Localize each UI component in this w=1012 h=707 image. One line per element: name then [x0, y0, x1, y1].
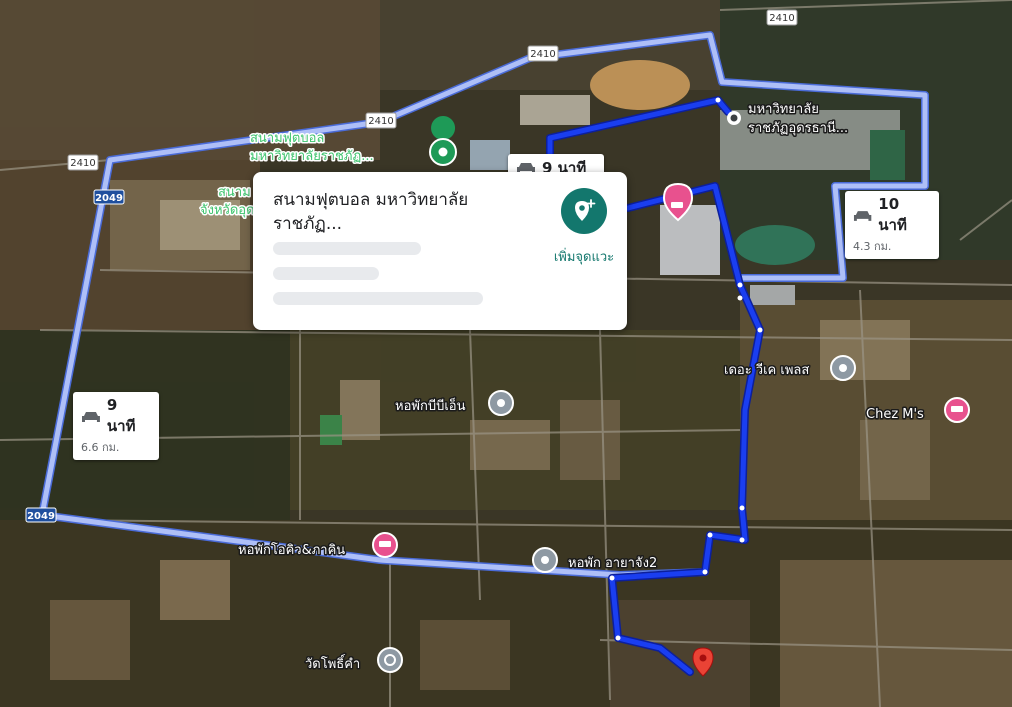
place-label-university-2[interactable]: ราชภัฏอุดรธานี... [747, 119, 850, 138]
temple-pin-icon[interactable] [377, 647, 403, 673]
place-label-province-b[interactable]: จังหวัดอุด [199, 202, 257, 220]
chez-ms-hotel-pin-icon[interactable] [944, 397, 970, 423]
place-label-dorm-oq[interactable]: หอพักโอคิว&ภาคิน [237, 541, 347, 560]
satellite-map[interactable]: 2410 2410 2410 2410 2049 2049 สนามฟุตบอล… [0, 0, 1012, 707]
route-option-right[interactable]: 10 นาที 4.3 กม. [845, 191, 939, 259]
road-shield-2049-b: 2049 [25, 507, 57, 523]
road-shield-2410-c: 2410 [365, 112, 397, 129]
road-shield-2410-a: 2410 [766, 9, 798, 26]
loading-placeholder [273, 242, 421, 255]
place-label-chez-ms[interactable]: Chez M's [865, 406, 926, 424]
university-dot-icon[interactable] [727, 111, 741, 125]
ayachang-pin-icon[interactable] [532, 547, 558, 573]
svg-text:2410: 2410 [70, 158, 95, 169]
add-stop-button[interactable]: เพิ่มจุดแวะ [548, 188, 620, 267]
road-shield-2410-b: 2410 [527, 45, 559, 62]
route-time: 10 นาที [878, 195, 907, 234]
road-shield-2410-d: 2410 [67, 154, 99, 171]
add-stop-label: เพิ่มจุดแวะ [553, 250, 615, 265]
road-shield-2049-a: 2049 [93, 189, 125, 205]
place-label-dorm-bbn[interactable]: หอพักบีบีเอ็น [394, 395, 468, 416]
route-distance: 6.6 กม. [81, 441, 120, 454]
car-icon [81, 412, 100, 422]
dorm-oq-hotel-pin-icon[interactable] [372, 532, 398, 558]
route-distance: 4.3 กม. [853, 240, 892, 253]
svg-text:2049: 2049 [27, 511, 55, 522]
svg-text:2410: 2410 [530, 49, 555, 60]
loading-placeholder [273, 267, 379, 280]
place-label-province-a[interactable]: สนาม [217, 184, 253, 202]
svg-text:2410: 2410 [769, 13, 794, 24]
svg-text:2410: 2410 [368, 116, 393, 127]
loading-placeholder [273, 292, 483, 305]
dorm-bbn-pin-icon[interactable] [488, 390, 514, 416]
svg-text:2049: 2049 [95, 193, 123, 204]
route-time: 9 นาที [106, 396, 136, 435]
route-option-left[interactable]: 9 นาที 6.6 กม. [73, 392, 159, 460]
place-label-the-week[interactable]: เดอะ วีเค เพลส [723, 361, 811, 380]
the-week-place-pin-icon[interactable] [830, 355, 856, 381]
place-label-ayachang[interactable]: หอพัก อายาจัง2 [567, 555, 659, 573]
place-label-football[interactable]: สนามฟุตบอล [249, 130, 326, 148]
place-label-wat[interactable]: วัดโพธิ์คำ [304, 653, 362, 674]
add-location-icon [561, 188, 607, 234]
place-popup-title: สนามฟุตบอล มหาวิทยาลัยราชภัฏ... [273, 190, 469, 234]
car-icon [853, 211, 872, 221]
place-label-football-2[interactable]: มหาวิทยาลัยราชภัฏ... [249, 148, 376, 166]
place-popup-card[interactable]: สนามฟุตบอล มหาวิทยาลัยราชภัฏ... เพิ่มจุด… [253, 172, 627, 330]
place-label-university-1[interactable]: มหาวิทยาลัย [747, 101, 821, 119]
